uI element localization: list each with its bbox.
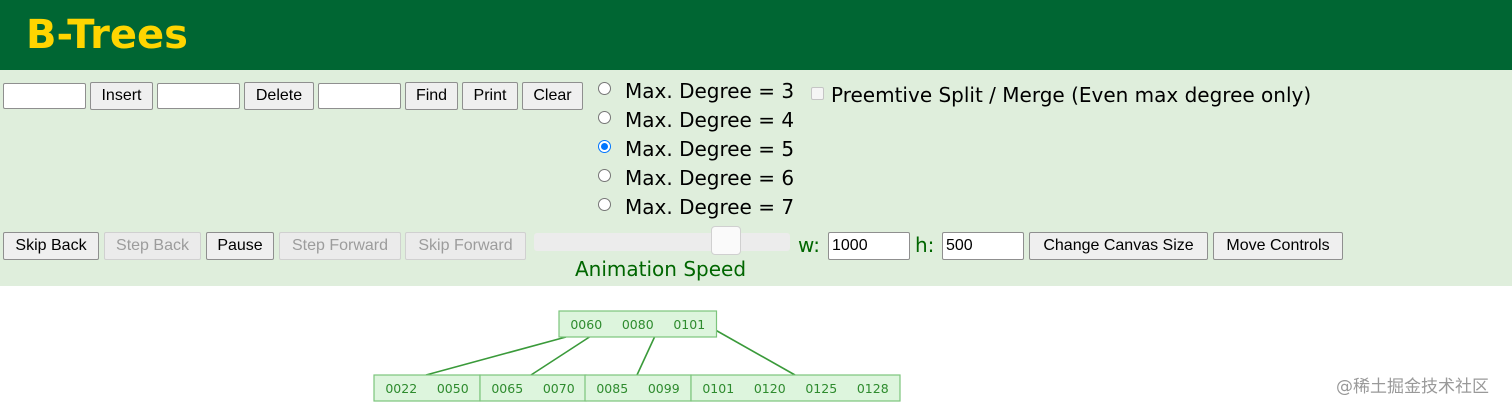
degree-6-radio[interactable] (598, 169, 611, 182)
canvas-height-label: h: (915, 233, 935, 257)
degree-5-radio[interactable] (598, 140, 611, 153)
page-title: B-Trees (26, 12, 188, 58)
degree-7-radio[interactable] (598, 198, 611, 211)
step-forward-button[interactable]: Step Forward (279, 232, 401, 260)
find-button[interactable]: Find (405, 82, 458, 110)
tree-root-node: 0060 0080 0101 (558, 310, 718, 338)
degree-4-radio[interactable] (598, 111, 611, 124)
canvas-width-label: w: (798, 233, 821, 257)
tree-key: 0099 (648, 381, 680, 396)
tree-key: 0120 (754, 381, 786, 396)
print-button[interactable]: Print (462, 82, 518, 110)
animation-canvas[interactable]: 0060 0080 0101 0022 0050 0065 0070 0085 0099 0101… (0, 286, 1512, 407)
animation-speed-slider[interactable] (534, 233, 790, 251)
tree-key: 0070 (543, 381, 575, 396)
tree-leaf-node: 0065 0070 (479, 374, 587, 402)
insert-input[interactable] (3, 83, 86, 109)
tree-key: 0085 (596, 381, 628, 396)
animation-speed-label: Animation Speed (575, 257, 747, 281)
tree-key: 0050 (437, 381, 469, 396)
tree-key: 0080 (622, 317, 654, 332)
page-header: B-Trees (0, 0, 1512, 70)
tree-key: 0022 (385, 381, 417, 396)
find-input[interactable] (318, 83, 401, 109)
tree-key: 0128 (857, 381, 889, 396)
btree-diagram: 0060 0080 0101 0022 0050 0065 0070 0085 0099 0101… (373, 310, 901, 402)
change-canvas-size-button[interactable]: Change Canvas Size (1029, 232, 1208, 260)
insert-button[interactable]: Insert (90, 82, 153, 110)
pause-button[interactable]: Pause (206, 232, 274, 260)
delete-button[interactable]: Delete (244, 82, 314, 110)
clear-button[interactable]: Clear (522, 82, 583, 110)
tree-key: 0125 (805, 381, 837, 396)
tree-key: 0101 (702, 381, 734, 396)
degree-7-label: Max. Degree = 7 (625, 195, 795, 219)
move-controls-button[interactable]: Move Controls (1213, 232, 1343, 260)
degree-4-label: Max. Degree = 4 (625, 108, 795, 132)
canvas-width-input[interactable] (828, 232, 910, 260)
tree-leaf-node: 0085 0099 (584, 374, 692, 402)
step-back-button[interactable]: Step Back (104, 232, 201, 260)
canvas-height-input[interactable] (942, 232, 1024, 260)
tree-leaf-node: 0022 0050 (373, 374, 481, 402)
tree-key: 0060 (570, 317, 602, 332)
degree-3-radio[interactable] (598, 82, 611, 95)
degree-3-label: Max. Degree = 3 (625, 79, 795, 103)
preemptive-split-label: Preemtive Split / Merge (Even max degree… (831, 83, 1312, 107)
degree-6-label: Max. Degree = 6 (625, 166, 795, 190)
skip-forward-button[interactable]: Skip Forward (405, 232, 526, 260)
delete-input[interactable] (157, 83, 240, 109)
tree-key: 0101 (673, 317, 705, 332)
animation-speed-slider-thumb[interactable] (711, 226, 741, 255)
tree-leaf-node: 0101 0120 0125 0128 (690, 374, 901, 402)
tree-key: 0065 (491, 381, 523, 396)
degree-5-label: Max. Degree = 5 (625, 137, 795, 161)
skip-back-button[interactable]: Skip Back (3, 232, 99, 260)
preemptive-split-checkbox[interactable] (811, 87, 824, 100)
tree-edge (425, 336, 567, 376)
watermark-text: @稀土掘金技术社区 (1336, 377, 1489, 397)
